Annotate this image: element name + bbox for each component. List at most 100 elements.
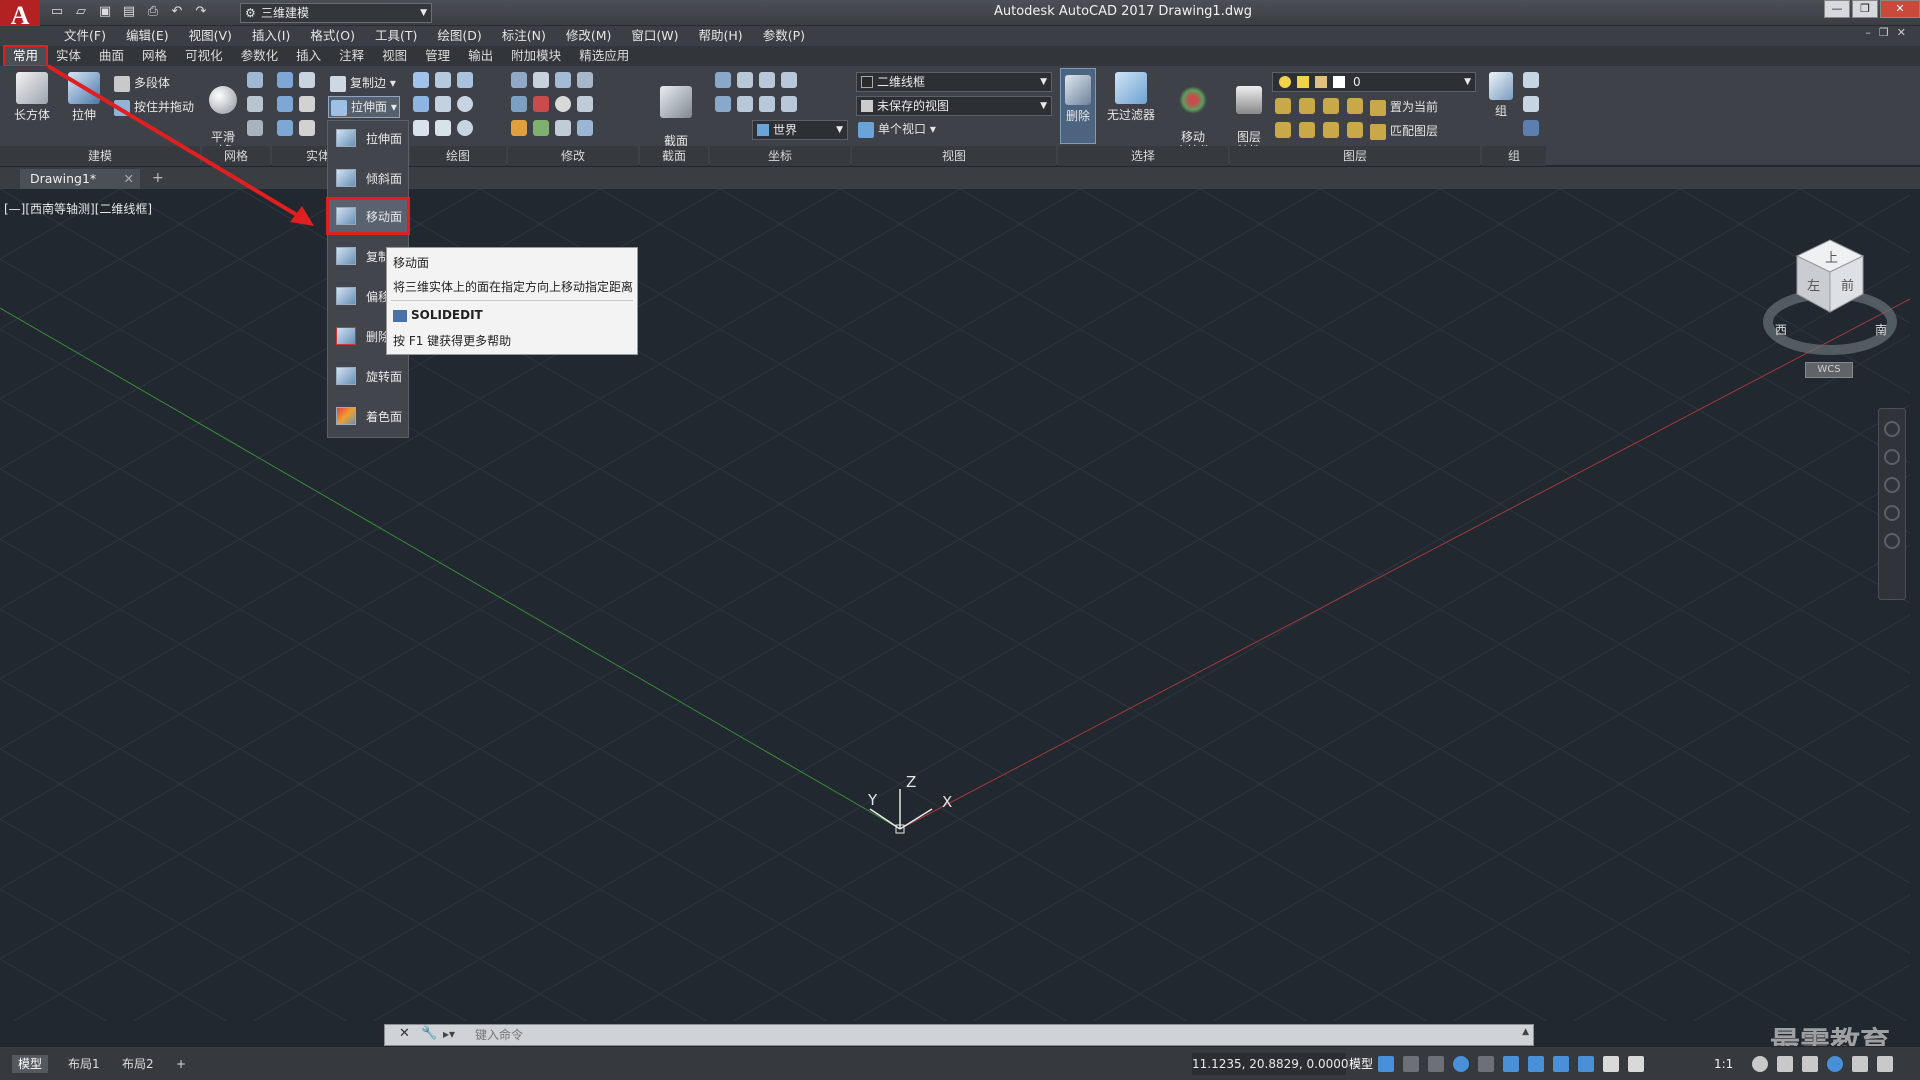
tab-featured-apps[interactable]: 精选应用 <box>570 46 638 66</box>
add-layout-button[interactable]: + <box>170 1055 192 1073</box>
set-current-button[interactable]: 置为当前 <box>1370 98 1438 116</box>
dynamic-ucs-icon[interactable] <box>1553 1056 1569 1072</box>
group-edit-icon[interactable] <box>1523 96 1539 112</box>
viewcube[interactable]: 上 左 前 西 南 <box>1755 230 1905 380</box>
ellipse-icon[interactable] <box>457 120 473 136</box>
ucs-icon[interactable] <box>715 72 731 88</box>
union-icon[interactable] <box>277 72 293 88</box>
hardware-acceleration-icon[interactable] <box>1827 1056 1843 1072</box>
align-icon[interactable] <box>555 120 571 136</box>
menu-view[interactable]: 视图(V) <box>179 26 242 46</box>
visual-style-select[interactable]: 二维线框 ▼ <box>856 72 1052 92</box>
polygon-icon[interactable] <box>413 120 429 136</box>
document-window-controls[interactable]: –❐✕ <box>1865 26 1914 39</box>
gizmo-toggle-icon[interactable] <box>1578 1056 1594 1072</box>
tab-layout2[interactable]: 布局2 <box>116 1055 160 1073</box>
drawing-viewport[interactable]: Z Y X [—][西南等轴测][二维线框] <box>0 189 1910 1021</box>
open-icon[interactable]: ▱ <box>72 3 90 21</box>
intersect-icon[interactable] <box>277 120 293 136</box>
workspace-gear-icon[interactable] <box>1752 1056 1768 1072</box>
tab-addins[interactable]: 附加模块 <box>502 46 570 66</box>
menu-item-rotate-faces[interactable]: 旋转面 <box>328 359 408 393</box>
isodraft-icon[interactable] <box>1478 1056 1494 1072</box>
trim-icon[interactable] <box>511 72 527 88</box>
explode-icon[interactable] <box>577 120 593 136</box>
arc-icon[interactable] <box>457 72 473 88</box>
panel-modeling[interactable]: 建模 <box>0 146 200 166</box>
file-tab-drawing1[interactable]: Drawing1* ✕ <box>20 169 140 189</box>
redo-icon[interactable]: ↷ <box>192 3 210 21</box>
lasso-icon[interactable] <box>435 72 451 88</box>
tab-output[interactable]: 输出 <box>459 46 502 66</box>
isolate-icon[interactable] <box>1802 1056 1818 1072</box>
close-button[interactable]: ✕ <box>1880 0 1920 18</box>
tab-layout1[interactable]: 布局1 <box>62 1055 106 1073</box>
annotation-scale[interactable]: 1:1 <box>1714 1053 1733 1075</box>
grid-icon[interactable] <box>1378 1056 1394 1072</box>
group-button[interactable]: 组 <box>1486 72 1516 119</box>
restore-button[interactable]: ❐ <box>1852 0 1878 18</box>
panel-draw[interactable]: 绘图 <box>410 146 506 166</box>
panel-selection[interactable]: 选择 <box>1058 146 1228 166</box>
menu-item-extrude-faces[interactable]: 拉伸面 <box>328 121 408 155</box>
ucs-view-icon[interactable] <box>759 96 775 112</box>
menu-help[interactable]: 帮助(H) <box>689 26 753 46</box>
polyline-icon[interactable] <box>413 72 429 88</box>
polysolid-button[interactable]: 多段体 <box>114 74 170 92</box>
tab-surface[interactable]: 曲面 <box>90 46 133 66</box>
viewcube-west-label[interactable]: 西 <box>1775 323 1787 337</box>
new-icon[interactable]: ▭ <box>48 3 66 21</box>
thicken-icon[interactable] <box>299 120 315 136</box>
close-icon[interactable]: ✕ <box>124 169 134 189</box>
annotation-visibility-icon[interactable] <box>1603 1056 1619 1072</box>
extrude-button[interactable]: 拉伸 <box>62 72 106 123</box>
snap-icon[interactable] <box>1403 1056 1419 1072</box>
no-filter-button[interactable]: 无过滤器 <box>1104 72 1158 123</box>
menu-item-taper-faces[interactable]: 倾斜面 <box>328 161 408 195</box>
coordinates-readout[interactable]: 11.1235, 20.8829, 0.0000 <box>1192 1053 1349 1075</box>
move-icon[interactable] <box>555 72 571 88</box>
menu-insert[interactable]: 插入(I) <box>242 26 300 46</box>
circle-icon[interactable] <box>457 96 473 112</box>
culling-button[interactable]: 删除 <box>1060 68 1096 144</box>
tab-home[interactable]: 常用 <box>2 45 49 67</box>
prompt-icon[interactable]: ▸▾ <box>443 1027 455 1041</box>
auto-scale-icon[interactable] <box>1628 1056 1644 1072</box>
mesh-uncrease-icon[interactable] <box>247 120 263 136</box>
extrude-faces-split-button[interactable]: 拉伸面 ▾ <box>328 96 400 118</box>
minimize-button[interactable]: — <box>1824 0 1850 18</box>
line-icon[interactable] <box>435 96 451 112</box>
tab-insert[interactable]: 插入 <box>287 46 330 66</box>
orbit-icon[interactable] <box>1884 505 1900 521</box>
layer-isolate-icon[interactable] <box>1299 98 1315 114</box>
chevron-up-icon[interactable]: ▲ <box>1522 1027 1529 1037</box>
mesh-refine-icon[interactable] <box>247 72 263 88</box>
array-icon[interactable] <box>577 72 593 88</box>
interfere-icon[interactable] <box>299 96 315 112</box>
rotate-3d-icon[interactable] <box>533 96 549 112</box>
tab-mesh[interactable]: 网格 <box>133 46 176 66</box>
panel-coordinates[interactable]: 坐标 <box>710 146 850 166</box>
menu-item-color-faces[interactable]: 着色面 <box>328 399 408 433</box>
ortho-icon[interactable] <box>1428 1056 1444 1072</box>
close-icon[interactable]: ✕ <box>399 1026 410 1041</box>
panel-mesh[interactable]: 网格 <box>202 146 270 166</box>
pan-icon[interactable] <box>1884 449 1900 465</box>
tab-visualize[interactable]: 可视化 <box>176 46 232 66</box>
undo-icon[interactable]: ↶ <box>168 3 186 21</box>
scale-icon[interactable] <box>511 120 527 136</box>
object-snap-icon[interactable] <box>1528 1056 1544 1072</box>
rectangle-icon[interactable] <box>435 120 451 136</box>
viewport-config-button[interactable]: 单个视口 ▾ <box>858 120 936 138</box>
mirror-icon[interactable] <box>533 120 549 136</box>
tab-view[interactable]: 视图 <box>373 46 416 66</box>
tab-parametric[interactable]: 参数化 <box>232 46 288 66</box>
menu-window[interactable]: 窗口(W) <box>621 26 688 46</box>
viewport-controls-label[interactable]: [—][西南等轴测][二维线框] <box>4 200 152 217</box>
clean-screen-icon[interactable] <box>1852 1056 1868 1072</box>
menu-tools[interactable]: 工具(T) <box>365 26 427 46</box>
ucs-y-icon[interactable] <box>781 72 797 88</box>
wcs-menu-button[interactable]: WCS <box>1805 362 1853 378</box>
polar-icon[interactable] <box>1453 1056 1469 1072</box>
layer-freeze-icon[interactable] <box>1323 98 1339 114</box>
